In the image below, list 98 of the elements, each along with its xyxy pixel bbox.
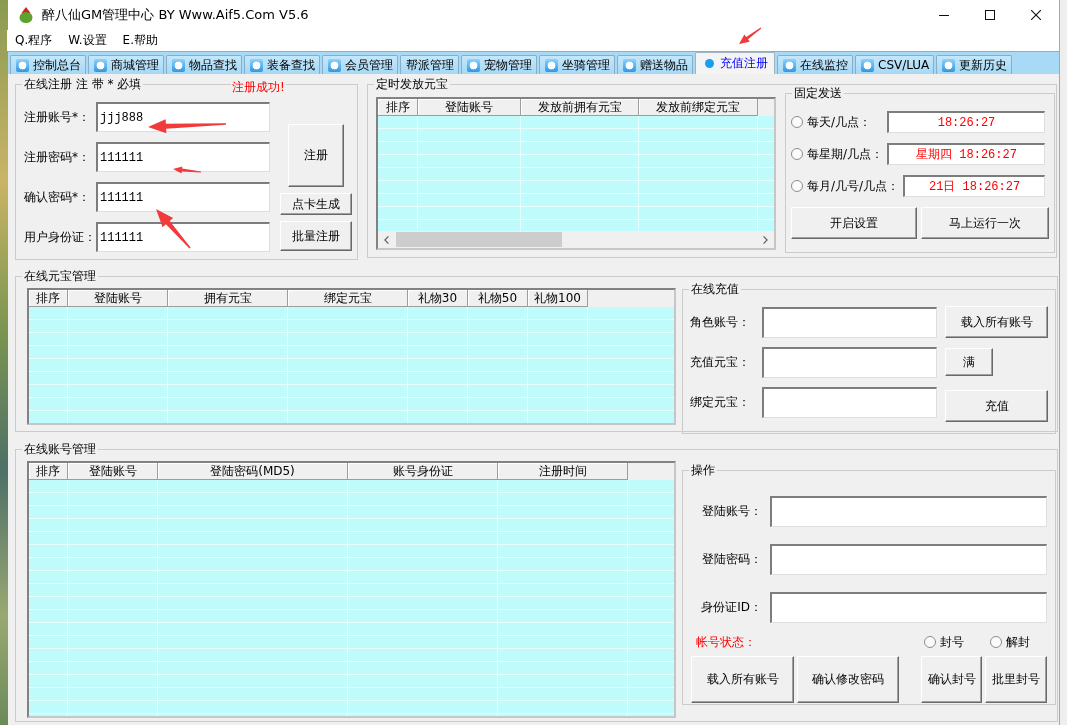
radio-button[interactable]	[791, 148, 803, 160]
column-header[interactable]: 登陆账号	[68, 463, 158, 480]
action-button[interactable]: 满	[945, 348, 993, 376]
column-header[interactable]: 排序	[29, 463, 68, 480]
tab[interactable]: 物品查找	[166, 55, 242, 74]
column-header[interactable]: 礼物50	[468, 290, 528, 307]
tab[interactable]: 商城管理	[88, 55, 164, 74]
tab[interactable]: 控制总台	[10, 55, 86, 74]
radio-button[interactable]	[924, 636, 936, 648]
radio-button[interactable]	[791, 116, 803, 128]
field-label: 身份证ID：	[700, 599, 762, 616]
column-header[interactable]: 拥有元宝	[168, 290, 288, 307]
tab[interactable]: 坐骑管理	[539, 55, 615, 74]
group-title: 在线账号管理	[23, 442, 97, 456]
group-title: 在线元宝管理	[23, 269, 97, 283]
column-header[interactable]: 排序	[378, 99, 418, 116]
tab[interactable]: 装备查找	[244, 55, 320, 74]
group-title: 固定发送	[793, 86, 843, 100]
input-field[interactable]	[762, 386, 937, 418]
column-header[interactable]: 登陆密码(MD5)	[158, 463, 348, 480]
tab[interactable]: 会员管理	[322, 55, 398, 74]
action-button[interactable]: 载入所有账号	[691, 656, 794, 703]
radio-button[interactable]	[791, 180, 803, 192]
column-header[interactable]: 账号身份证	[348, 463, 498, 480]
action-button[interactable]: 开启设置	[791, 207, 917, 239]
annotation-arrow	[739, 27, 762, 44]
dot-icon	[705, 59, 714, 68]
action-button[interactable]: 注册	[288, 124, 344, 187]
column-header[interactable]: 发放前绑定元宝	[639, 99, 758, 116]
field-label: 绑定元宝：	[690, 393, 751, 411]
field-label: 注册密码*：	[24, 148, 91, 166]
column-header[interactable]: 登陆账号	[418, 99, 521, 116]
menu-item[interactable]: W.设置	[60, 30, 115, 51]
chevron-left-icon[interactable]	[384, 235, 389, 244]
input-field[interactable]: 111111	[96, 142, 270, 172]
time-field[interactable]: 星期四 18:26:27	[887, 143, 1045, 165]
action-button[interactable]: 载入所有账号	[945, 306, 1048, 338]
scrollbar-thumb[interactable]	[396, 232, 562, 247]
status-label: 帐号状态：	[696, 633, 756, 651]
column-header[interactable]: 注册时间	[498, 463, 628, 480]
column-header[interactable]: 排序	[29, 290, 68, 307]
column-header[interactable]: 绑定元宝	[288, 290, 408, 307]
column-header[interactable]: 发放前拥有元宝	[521, 99, 639, 116]
action-button[interactable]: 马上运行一次	[921, 207, 1049, 239]
app-logo-icon	[18, 7, 34, 23]
column-header[interactable]: 登陆账号	[68, 290, 168, 307]
tab[interactable]: 充值注册	[695, 52, 775, 74]
action-button[interactable]: 确认封号	[921, 656, 982, 703]
action-button[interactable]: 确认修改密码	[797, 656, 899, 703]
menu-item[interactable]: Q.程序	[7, 30, 61, 51]
column-header[interactable]: 礼物100	[528, 290, 588, 307]
maximize-icon	[985, 10, 995, 20]
close-icon	[1031, 10, 1041, 20]
radio-label: 封号	[940, 633, 964, 651]
tab[interactable]: CSV/LUA	[855, 55, 935, 74]
time-field[interactable]: 21日 18:26:27	[903, 175, 1045, 197]
field-label: 登陆账号：	[701, 503, 762, 520]
menu-item[interactable]: E.帮助	[114, 30, 166, 51]
column-header[interactable]: 礼物30	[408, 290, 468, 307]
tab[interactable]: 帮派管理	[400, 55, 459, 74]
radio-label: 每月/几号/几点：	[807, 177, 900, 195]
input-field[interactable]: 111111	[96, 222, 270, 252]
group-title: 定时发放元宝	[375, 77, 449, 91]
window-title: 醉八仙GM管理中心 BY Www.Aif5.Com V5.6	[42, 6, 309, 24]
action-button[interactable]: 批里封号	[985, 656, 1047, 703]
tab[interactable]: 赠送物品	[617, 55, 693, 74]
group-title: 操作	[690, 463, 716, 477]
status-message: 注册成功!	[231, 81, 286, 94]
field-label: 角色账号：	[690, 313, 751, 331]
minimize-icon	[939, 14, 949, 16]
input-field[interactable]	[770, 496, 1047, 527]
chevron-right-icon[interactable]	[763, 235, 768, 244]
input-field[interactable]	[762, 306, 937, 338]
action-button[interactable]: 充值	[945, 390, 1048, 422]
group-title: 在线充值	[690, 282, 740, 296]
input-field[interactable]	[770, 592, 1047, 623]
annotation-arrow	[173, 166, 202, 174]
annotation-arrow	[156, 209, 191, 249]
field-label: 注册账号*：	[24, 108, 91, 126]
radio-label: 每天/几点：	[807, 113, 872, 131]
field-label: 登陆密码：	[701, 551, 762, 568]
time-field[interactable]: 18:26:27	[887, 111, 1045, 133]
input-field[interactable]: 111111	[96, 182, 270, 212]
input-field[interactable]	[770, 544, 1047, 575]
radio-label: 每星期/几点：	[807, 145, 884, 163]
action-button[interactable]: 批量注册	[280, 221, 352, 251]
group-title: 在线注册 注 带 * 必填	[23, 77, 143, 91]
radio-button[interactable]	[990, 636, 1002, 648]
field-label: 充值元宝：	[690, 353, 751, 371]
field-label: 用户身份证：	[24, 228, 96, 246]
input-field[interactable]	[762, 346, 937, 378]
action-button[interactable]: 点卡生成	[280, 193, 352, 215]
tab[interactable]: 在线监控	[777, 55, 853, 74]
tab[interactable]: 宠物管理	[461, 55, 537, 74]
tab[interactable]: 更新历史	[936, 55, 1013, 74]
input-field[interactable]: jjj888	[96, 102, 270, 132]
radio-label: 解封	[1006, 633, 1030, 651]
field-label: 确认密码*：	[24, 188, 91, 206]
